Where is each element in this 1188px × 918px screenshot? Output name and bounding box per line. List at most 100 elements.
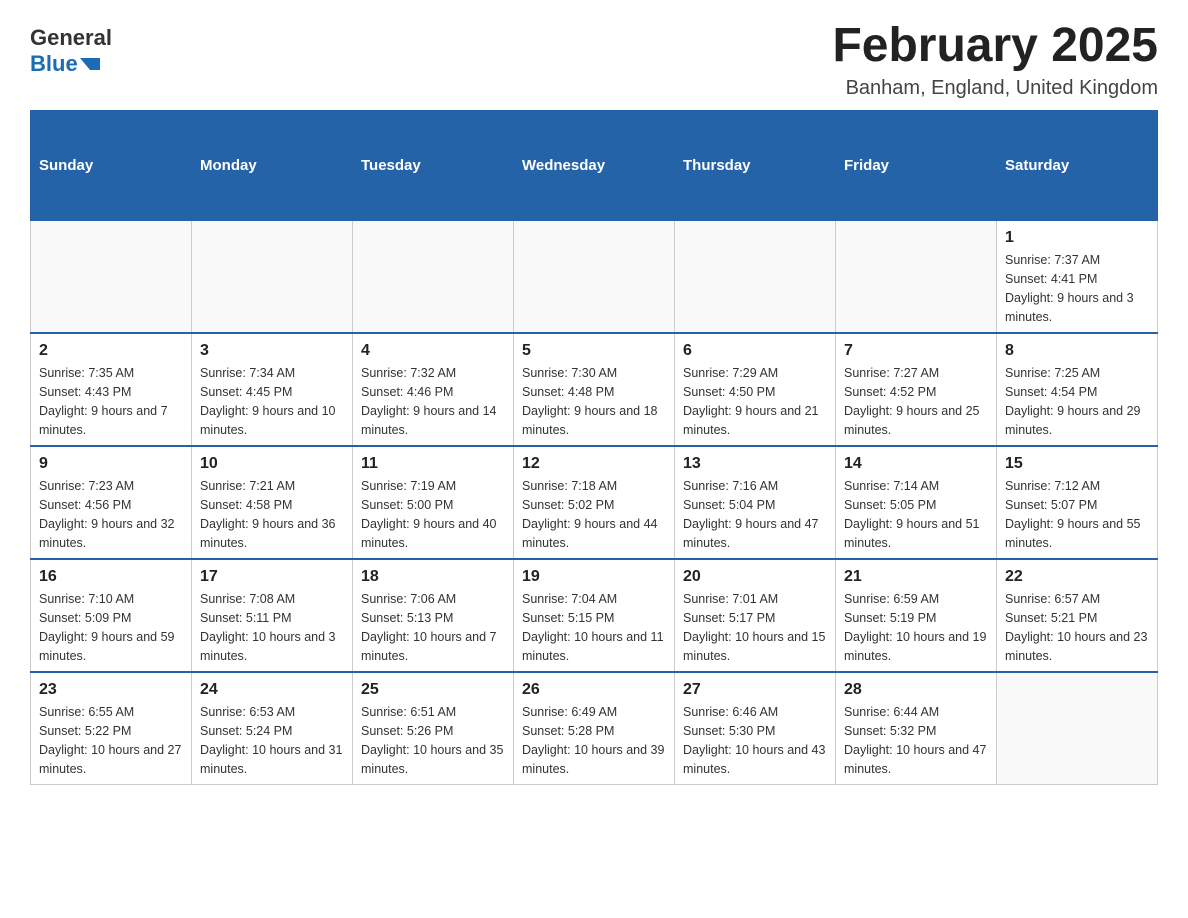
calendar-cell-w1-d7: 1Sunrise: 7:37 AMSunset: 4:41 PMDaylight… — [997, 220, 1158, 333]
day-info: Sunrise: 6:46 AMSunset: 5:30 PMDaylight:… — [683, 703, 827, 778]
day-info: Sunrise: 7:14 AMSunset: 5:05 PMDaylight:… — [844, 477, 988, 552]
header-thursday: Thursday — [675, 110, 836, 220]
day-number: 22 — [1005, 568, 1149, 586]
calendar-cell-w4-d6: 21 Sunrise: 6:59 AMSunset: 5:19 PMDayligh… — [836, 559, 997, 672]
calendar-cell-w3-d4: 12 Sunrise: 7:18 AMSunset: 5:02 PMDayligh… — [514, 446, 675, 559]
day-number: 7 — [844, 342, 988, 360]
day-number: 10 — [200, 455, 344, 473]
calendar-cell-w3-d7: 15 Sunrise: 7:12 AMSunset: 5:07 PMDayligh… — [997, 446, 1158, 559]
day-info: Sunrise: 6:44 AMSunset: 5:32 PMDaylight:… — [844, 703, 988, 778]
calendar-cell-w2-d3: 4 Sunrise: 7:32 AMSunset: 4:46 PMDaylight… — [353, 333, 514, 446]
week-row-2: 2 Sunrise: 7:35 AMSunset: 4:43 PMDaylight… — [31, 333, 1158, 446]
day-number: 19 — [522, 568, 666, 586]
calendar-cell-w2-d5: 6 Sunrise: 7:29 AMSunset: 4:50 PMDaylight… — [675, 333, 836, 446]
calendar-cell-w1-d4 — [514, 220, 675, 333]
header-friday: Friday — [836, 110, 997, 220]
day-number: 13 — [683, 455, 827, 473]
day-info: Sunrise: 7:35 AMSunset: 4:43 PMDaylight:… — [39, 364, 183, 439]
day-number: 6 — [683, 342, 827, 360]
calendar-cell-w1-d5 — [675, 220, 836, 333]
calendar-cell-w1-d2 — [192, 220, 353, 333]
day-info: Sunrise: 6:55 AMSunset: 5:22 PMDaylight:… — [39, 703, 183, 778]
calendar-cell-w5-d1: 23Sunrise: 6:55 AMSunset: 5:22 PMDayligh… — [31, 672, 192, 785]
calendar-cell-w5-d2: 24 Sunrise: 6:53 AMSunset: 5:24 PMDayligh… — [192, 672, 353, 785]
day-info: Sunrise: 7:21 AMSunset: 4:58 PMDaylight:… — [200, 477, 344, 552]
calendar-cell-w1-d6 — [836, 220, 997, 333]
day-number: 21 — [844, 568, 988, 586]
weekday-header-row: Sunday Monday Tuesday Wednesday Thursday… — [31, 110, 1158, 220]
day-info: Sunrise: 7:08 AMSunset: 5:11 PMDaylight:… — [200, 590, 344, 665]
calendar-cell-w2-d1: 2 Sunrise: 7:35 AMSunset: 4:43 PMDaylight… — [31, 333, 192, 446]
calendar-cell-w5-d3: 25 Sunrise: 6:51 AMSunset: 5:26 PMDayligh… — [353, 672, 514, 785]
title-block: February 2025 Banham, England, United Ki… — [832, 20, 1158, 100]
calendar-cell-w3-d3: 11 Sunrise: 7:19 AMSunset: 5:00 PMDayligh… — [353, 446, 514, 559]
calendar-cell-w4-d4: 19 Sunrise: 7:04 AMSunset: 5:15 PMDayligh… — [514, 559, 675, 672]
day-info: Sunrise: 6:53 AMSunset: 5:24 PMDaylight:… — [200, 703, 344, 778]
day-number: 4 — [361, 342, 505, 360]
calendar-cell-w4-d7: 22 Sunrise: 6:57 AMSunset: 5:21 PMDayligh… — [997, 559, 1158, 672]
calendar-cell-w2-d2: 3Sunrise: 7:34 AMSunset: 4:45 PMDaylight… — [192, 333, 353, 446]
location-text: Banham, England, United Kingdom — [832, 77, 1158, 100]
day-number: 16 — [39, 568, 183, 586]
day-info: Sunrise: 7:30 AMSunset: 4:48 PMDaylight:… — [522, 364, 666, 439]
day-number: 2 — [39, 342, 183, 360]
calendar-cell-w3-d1: 9Sunrise: 7:23 AMSunset: 4:56 PMDaylight… — [31, 446, 192, 559]
logo-blue-text: Blue — [30, 51, 100, 77]
day-info: Sunrise: 7:34 AMSunset: 4:45 PMDaylight:… — [200, 364, 344, 439]
day-number: 27 — [683, 681, 827, 699]
header-tuesday: Tuesday — [353, 110, 514, 220]
day-info: Sunrise: 7:25 AMSunset: 4:54 PMDaylight:… — [1005, 364, 1149, 439]
day-number: 24 — [200, 681, 344, 699]
week-row-4: 16 Sunrise: 7:10 AMSunset: 5:09 PMDayligh… — [31, 559, 1158, 672]
day-info: Sunrise: 7:27 AMSunset: 4:52 PMDaylight:… — [844, 364, 988, 439]
logo-triangle-icon — [80, 58, 100, 70]
day-info: Sunrise: 7:29 AMSunset: 4:50 PMDaylight:… — [683, 364, 827, 439]
day-info: Sunrise: 7:12 AMSunset: 5:07 PMDaylight:… — [1005, 477, 1149, 552]
calendar-cell-w5-d6: 28 Sunrise: 6:44 AMSunset: 5:32 PMDayligh… — [836, 672, 997, 785]
day-info: Sunrise: 7:32 AMSunset: 4:46 PMDaylight:… — [361, 364, 505, 439]
week-row-5: 23Sunrise: 6:55 AMSunset: 5:22 PMDayligh… — [31, 672, 1158, 785]
calendar-cell-w2-d7: 8 Sunrise: 7:25 AMSunset: 4:54 PMDaylight… — [997, 333, 1158, 446]
calendar-cell-w4-d3: 18Sunrise: 7:06 AMSunset: 5:13 PMDayligh… — [353, 559, 514, 672]
calendar-cell-w5-d4: 26 Sunrise: 6:49 AMSunset: 5:28 PMDayligh… — [514, 672, 675, 785]
calendar-cell-w2-d6: 7 Sunrise: 7:27 AMSunset: 4:52 PMDaylight… — [836, 333, 997, 446]
calendar-cell-w1-d1 — [31, 220, 192, 333]
header-monday: Monday — [192, 110, 353, 220]
header-wednesday: Wednesday — [514, 110, 675, 220]
day-info: Sunrise: 7:19 AMSunset: 5:00 PMDaylight:… — [361, 477, 505, 552]
calendar-cell-w3-d2: 10 Sunrise: 7:21 AMSunset: 4:58 PMDayligh… — [192, 446, 353, 559]
day-number: 28 — [844, 681, 988, 699]
day-info: Sunrise: 6:57 AMSunset: 5:21 PMDaylight:… — [1005, 590, 1149, 665]
day-number: 17 — [200, 568, 344, 586]
day-info: Sunrise: 6:59 AMSunset: 5:19 PMDaylight:… — [844, 590, 988, 665]
logo: General Blue — [30, 20, 112, 77]
day-number: 8 — [1005, 342, 1149, 360]
page-header: General Blue February 2025 Banham, Engla… — [30, 20, 1158, 100]
day-number: 5 — [522, 342, 666, 360]
calendar-cell-w3-d5: 13 Sunrise: 7:16 AMSunset: 5:04 PMDayligh… — [675, 446, 836, 559]
calendar-table: Sunday Monday Tuesday Wednesday Thursday… — [30, 110, 1158, 786]
day-number: 12 — [522, 455, 666, 473]
day-number: 15 — [1005, 455, 1149, 473]
calendar-cell-w5-d7 — [997, 672, 1158, 785]
day-info: Sunrise: 7:18 AMSunset: 5:02 PMDaylight:… — [522, 477, 666, 552]
day-number: 26 — [522, 681, 666, 699]
calendar-cell-w4-d2: 17 Sunrise: 7:08 AMSunset: 5:11 PMDayligh… — [192, 559, 353, 672]
day-info: Sunrise: 7:23 AMSunset: 4:56 PMDaylight:… — [39, 477, 183, 552]
day-number: 18 — [361, 568, 505, 586]
day-number: 11 — [361, 455, 505, 473]
day-info: Sunrise: 6:51 AMSunset: 5:26 PMDaylight:… — [361, 703, 505, 778]
day-number: 14 — [844, 455, 988, 473]
day-info: Sunrise: 7:10 AMSunset: 5:09 PMDaylight:… — [39, 590, 183, 665]
header-saturday: Saturday — [997, 110, 1158, 220]
calendar-cell-w3-d6: 14 Sunrise: 7:14 AMSunset: 5:05 PMDayligh… — [836, 446, 997, 559]
day-info: Sunrise: 6:49 AMSunset: 5:28 PMDaylight:… — [522, 703, 666, 778]
day-number: 25 — [361, 681, 505, 699]
calendar-cell-w5-d5: 27 Sunrise: 6:46 AMSunset: 5:30 PMDayligh… — [675, 672, 836, 785]
day-info: Sunrise: 7:01 AMSunset: 5:17 PMDaylight:… — [683, 590, 827, 665]
day-info: Sunrise: 7:16 AMSunset: 5:04 PMDaylight:… — [683, 477, 827, 552]
day-info: Sunrise: 7:04 AMSunset: 5:15 PMDaylight:… — [522, 590, 666, 665]
day-number: 1 — [1005, 229, 1149, 247]
day-number: 20 — [683, 568, 827, 586]
week-row-3: 9Sunrise: 7:23 AMSunset: 4:56 PMDaylight… — [31, 446, 1158, 559]
